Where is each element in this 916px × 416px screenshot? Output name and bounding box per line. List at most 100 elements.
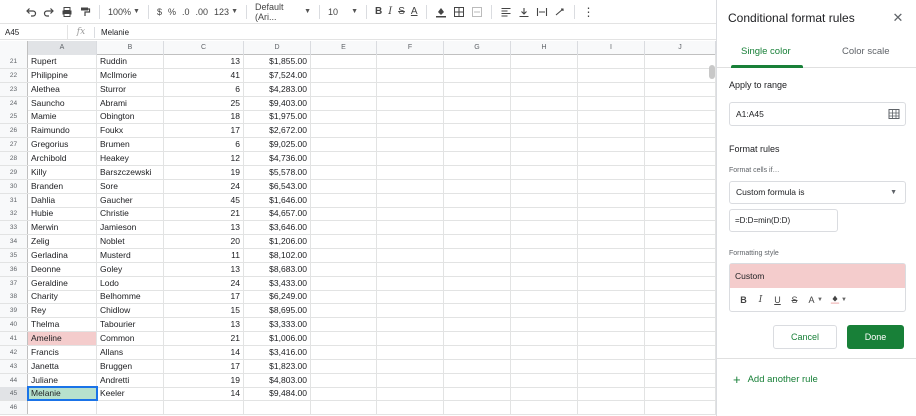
cell[interactable]: $3,433.00 xyxy=(244,276,311,290)
cell[interactable] xyxy=(377,110,444,124)
cell[interactable]: Killy xyxy=(28,165,97,179)
cell[interactable] xyxy=(377,276,444,290)
cell[interactable] xyxy=(645,373,716,387)
cell[interactable] xyxy=(311,345,377,359)
row-header[interactable]: 29 xyxy=(0,165,28,179)
row-header[interactable]: 33 xyxy=(0,221,28,235)
cell[interactable] xyxy=(645,179,716,193)
print-icon[interactable] xyxy=(58,3,76,21)
cell[interactable] xyxy=(578,318,645,332)
tab-single-color[interactable]: Single color xyxy=(741,46,791,57)
cell[interactable] xyxy=(311,138,377,152)
cell[interactable]: $1,823.00 xyxy=(244,359,311,373)
cell[interactable]: Janetta xyxy=(28,359,97,373)
cell[interactable] xyxy=(377,221,444,235)
cell[interactable]: Thelma xyxy=(28,318,97,332)
column-header[interactable]: F xyxy=(377,41,444,55)
cell[interactable]: 14 xyxy=(164,387,244,401)
cell[interactable] xyxy=(511,318,578,332)
cell[interactable] xyxy=(311,124,377,138)
cell[interactable] xyxy=(28,401,97,415)
cell[interactable] xyxy=(645,290,716,304)
cell[interactable]: $4,657.00 xyxy=(244,207,311,221)
cell[interactable]: Barszczewski xyxy=(97,165,164,179)
cell[interactable] xyxy=(511,387,578,401)
cell[interactable]: $1,855.00 xyxy=(244,55,311,68)
cell[interactable]: 13 xyxy=(164,318,244,332)
borders-icon[interactable] xyxy=(450,3,468,21)
cell[interactable]: Merwin xyxy=(28,221,97,235)
cell[interactable]: Musterd xyxy=(97,248,164,262)
column-header[interactable]: D xyxy=(244,41,311,55)
column-header[interactable]: I xyxy=(578,41,645,55)
italic-icon[interactable]: I xyxy=(752,295,769,305)
cell[interactable] xyxy=(578,124,645,138)
cell[interactable]: Gerladina xyxy=(28,248,97,262)
cell[interactable]: Brumen xyxy=(97,138,164,152)
cell[interactable] xyxy=(578,332,645,345)
cell[interactable] xyxy=(645,262,716,276)
cell[interactable] xyxy=(311,96,377,110)
cell[interactable]: Deonne xyxy=(28,262,97,276)
cell[interactable] xyxy=(645,387,716,401)
cell[interactable] xyxy=(578,96,645,110)
more-formats-button[interactable]: 123 ▼ xyxy=(211,3,241,21)
cell[interactable] xyxy=(377,179,444,193)
cell[interactable] xyxy=(578,235,645,249)
strikethrough-icon[interactable]: S xyxy=(786,295,803,305)
cell[interactable]: Geraldine xyxy=(28,276,97,290)
cell[interactable] xyxy=(511,151,578,165)
redo-icon[interactable] xyxy=(40,3,58,21)
cell[interactable] xyxy=(578,221,645,235)
row-header[interactable]: 45 xyxy=(0,387,28,401)
cancel-button[interactable]: Cancel xyxy=(773,325,837,349)
cell[interactable] xyxy=(377,55,444,68)
cell[interactable]: Philippine xyxy=(28,68,97,82)
row-header[interactable]: 23 xyxy=(0,82,28,96)
cell[interactable] xyxy=(311,290,377,304)
cell[interactable] xyxy=(377,235,444,249)
cell[interactable]: $3,646.00 xyxy=(244,221,311,235)
cell[interactable]: $3,333.00 xyxy=(244,318,311,332)
cell[interactable] xyxy=(645,248,716,262)
cell[interactable] xyxy=(645,124,716,138)
select-all-corner[interactable] xyxy=(0,41,28,55)
cell[interactable] xyxy=(377,248,444,262)
cell[interactable]: $4,803.00 xyxy=(244,373,311,387)
cell[interactable]: Rupert xyxy=(28,55,97,68)
cell[interactable]: Charity xyxy=(28,290,97,304)
cell[interactable] xyxy=(311,68,377,82)
cell[interactable]: 13 xyxy=(164,262,244,276)
cell[interactable] xyxy=(578,55,645,68)
row-header[interactable]: 28 xyxy=(0,151,28,165)
cell[interactable] xyxy=(511,179,578,193)
cell[interactable] xyxy=(645,332,716,345)
cell[interactable]: $1,006.00 xyxy=(244,332,311,345)
cell[interactable] xyxy=(444,55,511,68)
cell[interactable] xyxy=(511,262,578,276)
cell[interactable] xyxy=(377,373,444,387)
cell[interactable]: Dahlia xyxy=(28,193,97,207)
column-header[interactable]: G xyxy=(444,41,511,55)
row-header[interactable]: 22 xyxy=(0,68,28,82)
cell[interactable] xyxy=(444,373,511,387)
cell[interactable] xyxy=(444,138,511,152)
cell[interactable] xyxy=(511,304,578,318)
cell[interactable]: 6 xyxy=(164,138,244,152)
cell[interactable]: $1,975.00 xyxy=(244,110,311,124)
tab-color-scale[interactable]: Color scale xyxy=(842,46,890,57)
cell[interactable] xyxy=(444,96,511,110)
row-header[interactable]: 39 xyxy=(0,304,28,318)
cell[interactable] xyxy=(578,179,645,193)
row-header[interactable]: 21 xyxy=(0,55,28,68)
cell[interactable]: Ameline xyxy=(28,332,97,345)
cell[interactable]: Gregorius xyxy=(28,138,97,152)
cell[interactable] xyxy=(511,82,578,96)
cell[interactable] xyxy=(578,345,645,359)
cell[interactable]: 19 xyxy=(164,165,244,179)
cell[interactable]: $9,025.00 xyxy=(244,138,311,152)
cell[interactable] xyxy=(311,318,377,332)
cell[interactable] xyxy=(377,82,444,96)
cell[interactable]: Archibold xyxy=(28,151,97,165)
cell[interactable]: Gaucher xyxy=(97,193,164,207)
